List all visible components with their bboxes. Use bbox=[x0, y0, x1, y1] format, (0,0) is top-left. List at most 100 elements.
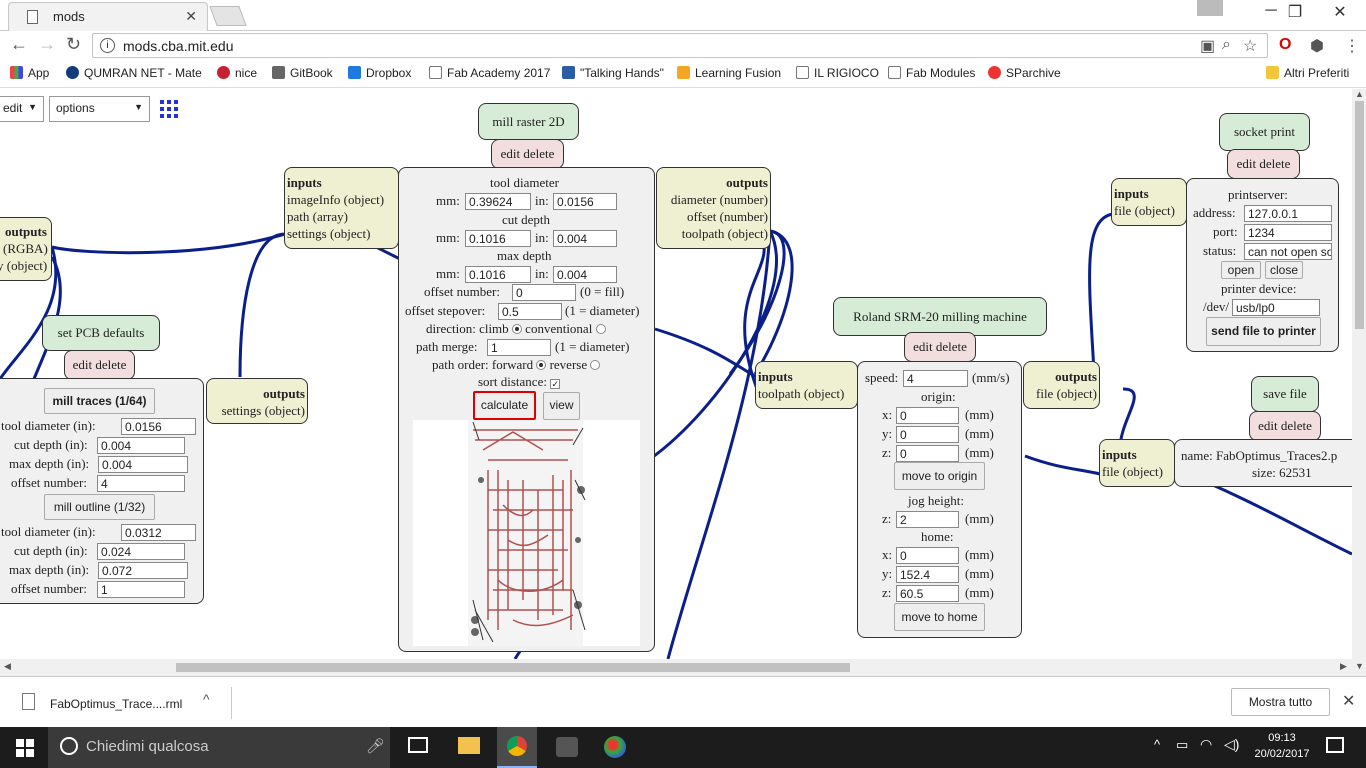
outline-cut-depth-input[interactable]: 0.024 bbox=[97, 543, 185, 560]
reload-icon[interactable]: ↻ bbox=[66, 34, 81, 55]
zoom-icon[interactable]: ⌕ bbox=[1222, 36, 1231, 54]
bookmark-fab-modules[interactable]: Fab Modules bbox=[888, 66, 975, 80]
bookmark-apps[interactable]: App bbox=[10, 66, 49, 80]
clock[interactable]: 09:13 20/02/2017 bbox=[1252, 730, 1312, 762]
climb-radio[interactable] bbox=[511, 324, 522, 334]
edit-delete-button[interactable]: edit delete bbox=[491, 139, 564, 169]
view-button[interactable]: view bbox=[543, 392, 580, 420]
volume-icon[interactable]: ◁) bbox=[1224, 736, 1239, 753]
windows-start-icon[interactable] bbox=[16, 739, 34, 757]
home-x-input[interactable]: 0 bbox=[896, 547, 959, 564]
horizontal-scrollbar[interactable]: ◀ ▶ bbox=[0, 659, 1352, 676]
jog-height-input[interactable]: 2 bbox=[896, 511, 959, 528]
mods-canvas[interactable]: edit ▼ options ▼ outputs (RGBA) y (object)… bbox=[0, 89, 1352, 659]
scroll-thumb[interactable] bbox=[176, 663, 850, 672]
offset-stepover-input[interactable]: 0.5 bbox=[498, 303, 562, 320]
bookmark-sparchive[interactable]: SParchive bbox=[988, 66, 1061, 80]
cast-icon[interactable]: ▣ bbox=[1200, 36, 1215, 56]
menu-icon[interactable]: ⋮ bbox=[1344, 36, 1360, 56]
calculate-button[interactable]: calculate bbox=[473, 391, 536, 420]
offset-number-input[interactable]: 0 bbox=[512, 284, 576, 301]
bookmark-il-rigioco[interactable]: IL RIGIOCO bbox=[796, 66, 879, 80]
edit-select[interactable]: edit ▼ bbox=[0, 96, 44, 122]
bookmark-talking-hands[interactable]: "Talking Hands" bbox=[562, 66, 664, 80]
search-box[interactable]: Chiedimi qualcosa 🎤︎ bbox=[48, 727, 390, 768]
close-tab-icon[interactable]: ✕ bbox=[185, 8, 197, 25]
traces-tool-diameter-input[interactable]: 0.0156 bbox=[121, 418, 196, 435]
sort-distance-checkbox[interactable]: ✓ bbox=[550, 379, 561, 389]
forward-radio[interactable] bbox=[536, 360, 547, 370]
bookmark-learning-fusion[interactable]: Learning Fusion bbox=[677, 66, 781, 80]
speed-input[interactable]: 4 bbox=[903, 370, 968, 387]
scroll-thumb[interactable] bbox=[1355, 101, 1364, 329]
scroll-down-icon[interactable]: ▼ bbox=[1355, 661, 1364, 671]
battery-icon[interactable]: ▭ bbox=[1176, 737, 1188, 753]
close-download-icon[interactable]: ✕ bbox=[1342, 691, 1355, 711]
address-input[interactable]: 127.0.0.1 bbox=[1244, 205, 1332, 222]
bookmark-gitbook[interactable]: GitBook bbox=[272, 66, 333, 80]
origin-x-input[interactable]: 0 bbox=[896, 407, 959, 424]
mill-raster-title[interactable]: mill raster 2D bbox=[478, 103, 579, 140]
scroll-right-icon[interactable]: ▶ bbox=[1340, 661, 1347, 672]
info-icon[interactable]: i bbox=[100, 38, 115, 53]
outline-offset-number-input[interactable]: 1 bbox=[97, 581, 185, 598]
bookmark-nice[interactable]: nice bbox=[217, 66, 257, 80]
outline-max-depth-input[interactable]: 0.072 bbox=[98, 562, 188, 579]
app-icon[interactable] bbox=[556, 737, 578, 757]
vertical-scrollbar[interactable]: ▲ ▼ bbox=[1352, 89, 1366, 676]
chevron-up-icon[interactable]: ^ bbox=[1154, 737, 1160, 752]
bookmark-other[interactable]: Altri Preferiti bbox=[1266, 66, 1349, 80]
path-merge-input[interactable]: 1 bbox=[487, 339, 551, 356]
edit-delete-button[interactable]: edit delete bbox=[1227, 149, 1300, 179]
back-icon[interactable]: ← bbox=[10, 34, 28, 55]
status-input[interactable]: can not open so bbox=[1244, 243, 1332, 260]
home-z-input[interactable]: 60.5 bbox=[896, 585, 959, 602]
max-depth-mm-input[interactable]: 0.1016 bbox=[465, 266, 531, 283]
port-input[interactable]: 1234 bbox=[1244, 224, 1332, 241]
forward-icon[interactable]: → bbox=[38, 34, 56, 55]
outline-tool-diameter-input[interactable]: 0.0312 bbox=[121, 524, 196, 541]
traces-max-depth-input[interactable]: 0.004 bbox=[98, 456, 188, 473]
send-file-to-printer-button[interactable]: send file to printer bbox=[1206, 317, 1321, 346]
file-explorer-icon[interactable] bbox=[458, 737, 480, 754]
traces-offset-number-input[interactable]: 4 bbox=[97, 475, 185, 492]
edit-delete-button[interactable]: edit delete bbox=[904, 332, 976, 362]
browser-tab[interactable]: mods ✕ bbox=[8, 2, 208, 31]
move-to-origin-button[interactable]: move to origin bbox=[894, 462, 985, 490]
extension-icon[interactable]: ⬢ bbox=[1310, 36, 1324, 56]
tool-diameter-mm-input[interactable]: 0.39624 bbox=[465, 193, 531, 210]
max-depth-in-input[interactable]: 0.004 bbox=[553, 266, 617, 283]
new-tab-button[interactable] bbox=[209, 6, 247, 26]
paint-icon[interactable] bbox=[604, 736, 626, 758]
traces-cut-depth-input[interactable]: 0.004 bbox=[97, 437, 185, 454]
wifi-icon[interactable]: ◠ bbox=[1200, 736, 1212, 753]
origin-z-input[interactable]: 0 bbox=[896, 445, 959, 462]
save-file-title[interactable]: save file bbox=[1251, 376, 1319, 412]
socket-print-title[interactable]: socket print bbox=[1219, 113, 1310, 151]
origin-y-input[interactable]: 0 bbox=[896, 426, 959, 443]
download-filename[interactable]: FabOptimus_Trace....rml bbox=[50, 697, 182, 711]
cut-depth-mm-input[interactable]: 0.1016 bbox=[465, 230, 531, 247]
chevron-up-icon[interactable]: ^ bbox=[203, 691, 210, 707]
edit-delete-button[interactable]: edit delete bbox=[1249, 411, 1321, 441]
show-all-button[interactable]: Mostra tutto bbox=[1231, 688, 1330, 716]
open-button[interactable]: open bbox=[1221, 261, 1261, 279]
bookmark-fab-academy[interactable]: Fab Academy 2017 bbox=[429, 66, 550, 80]
bookmark-qumran[interactable]: QUMRAN NET - Mate bbox=[66, 66, 202, 80]
options-select[interactable]: options ▼ bbox=[49, 96, 150, 122]
cut-depth-in-input[interactable]: 0.004 bbox=[553, 230, 617, 247]
close-window-icon[interactable]: ✕ bbox=[1318, 2, 1362, 26]
conventional-radio[interactable] bbox=[595, 324, 606, 334]
url-field[interactable]: i mods.cba.mit.edu bbox=[92, 33, 1268, 58]
scroll-left-icon[interactable]: ◀ bbox=[4, 661, 11, 672]
set-pcb-defaults-title[interactable]: set PCB defaults bbox=[42, 315, 160, 351]
bookmark-dropbox[interactable]: Dropbox bbox=[348, 66, 411, 80]
edit-delete-button[interactable]: edit delete bbox=[64, 350, 135, 380]
home-y-input[interactable]: 152.4 bbox=[896, 566, 959, 583]
device-input[interactable]: usb/lp0 bbox=[1232, 299, 1320, 316]
restore-icon[interactable]: ❐ bbox=[1273, 2, 1317, 26]
mill-traces-button[interactable]: mill traces (1/64) bbox=[44, 388, 155, 414]
grid-icon[interactable] bbox=[160, 100, 178, 118]
move-to-home-button[interactable]: move to home bbox=[894, 603, 985, 631]
task-view-icon[interactable] bbox=[408, 737, 428, 753]
